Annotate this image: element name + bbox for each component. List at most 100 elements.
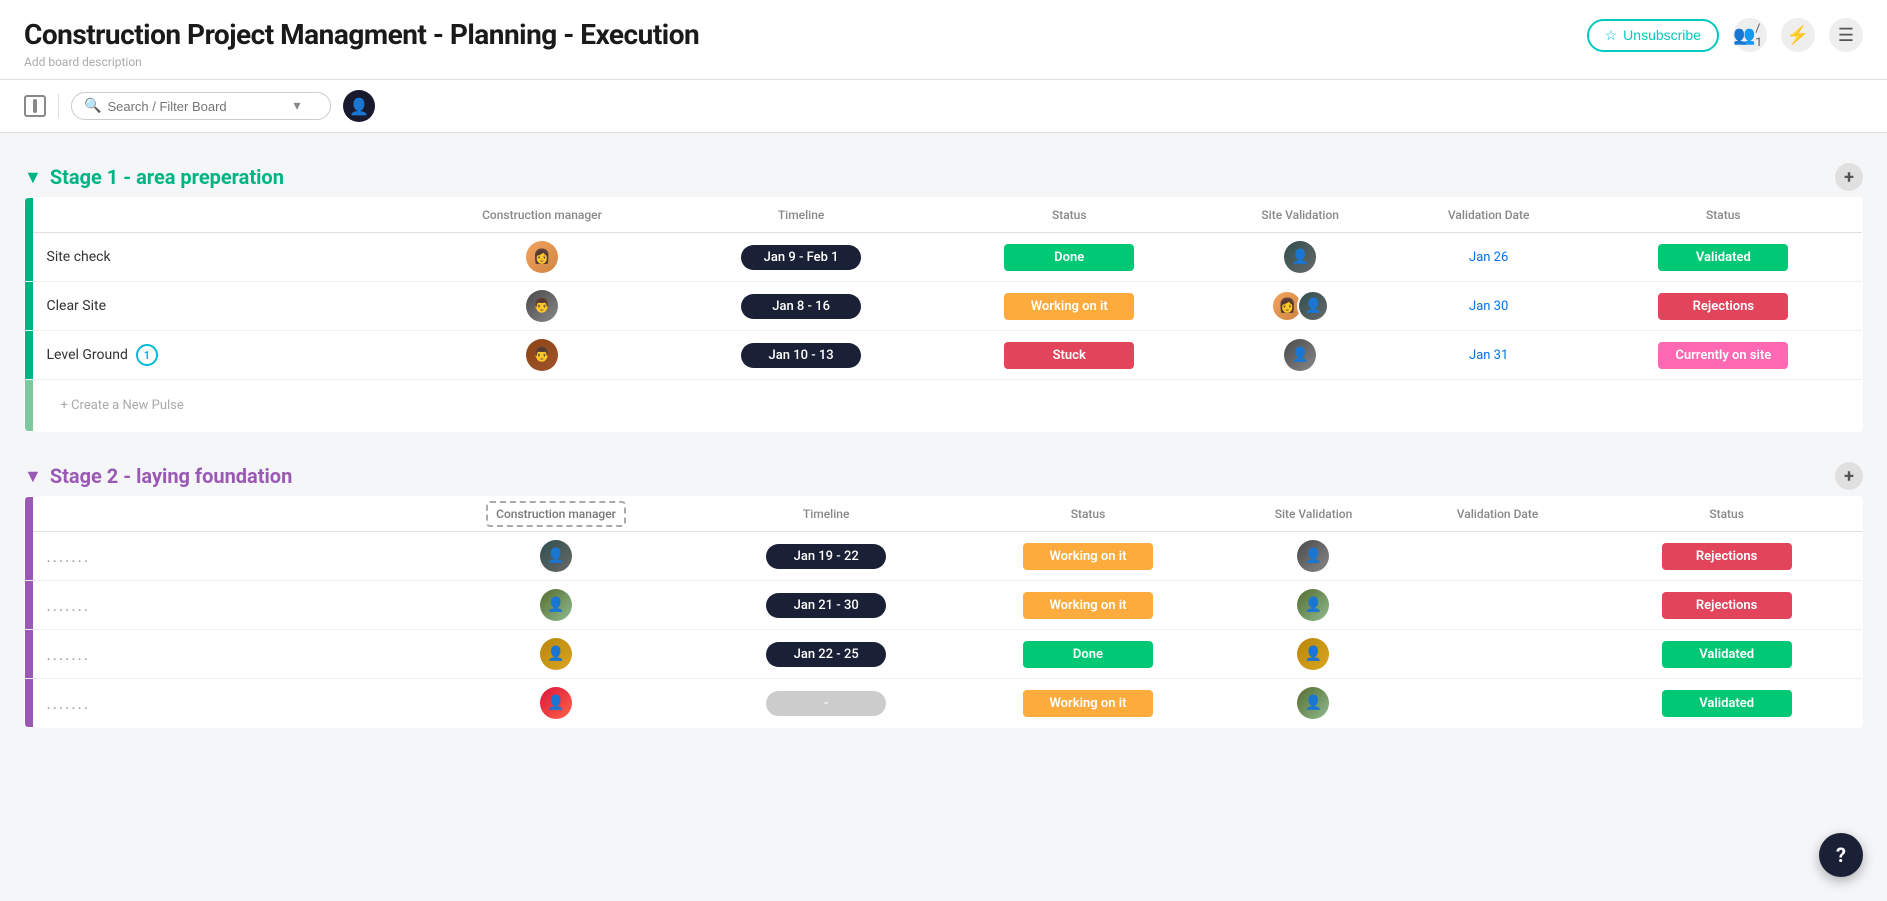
site-avatar: 👤: [1297, 540, 1329, 572]
stage2-table: Construction manager Timeline Status Sit…: [24, 496, 1863, 728]
main-content: ▼ Stage 1 - area preperation + Construct…: [0, 157, 1887, 752]
validation-date-cell: Jan 31: [1393, 331, 1585, 380]
avatar-group: 👩 👤: [1271, 290, 1329, 322]
manager-cell: 👤: [413, 630, 700, 679]
create-pulse-cell: + Create a New Pulse: [33, 380, 1863, 432]
task-label[interactable]: Clear Site: [47, 298, 107, 314]
stage1-color-indicator: [25, 198, 33, 233]
row-indicator: [25, 581, 33, 630]
status-badge[interactable]: Stuck: [1004, 342, 1134, 369]
users-count: / 1: [1755, 21, 1767, 49]
status-cell: Working on it: [931, 282, 1208, 331]
help-button[interactable]: ?: [1819, 833, 1863, 877]
avatar: 👤: [540, 540, 572, 572]
timeline-pill: Jan 8 - 16: [741, 294, 861, 319]
row-indicator: [25, 380, 33, 432]
header-right: ☆ Unsubscribe 👥 / 1 ⚡ ☰: [1587, 18, 1863, 52]
site-avatar-container: 👤: [1237, 540, 1390, 572]
site-avatar-container: 👩 👤: [1222, 290, 1379, 322]
final-status-badge[interactable]: Rejections: [1662, 592, 1792, 619]
timeline-pill: Jan 10 - 13: [741, 343, 861, 368]
stage1-col-status: Status: [931, 198, 1208, 233]
site-avatar-container: 👤: [1237, 687, 1390, 719]
status-badge[interactable]: Working on it: [1023, 543, 1153, 570]
stage2-color-indicator: [25, 497, 33, 532]
task-name: Clear Site: [47, 298, 399, 314]
site-validation-cell: 👤: [1223, 532, 1404, 581]
status-cell: Stuck: [931, 331, 1208, 380]
dropdown-icon[interactable]: ▾: [293, 98, 300, 114]
create-pulse-button[interactable]: + Create a New Pulse: [47, 388, 1849, 423]
task-label[interactable]: Level Ground: [47, 347, 128, 363]
avatar: 👨: [526, 339, 558, 371]
status-badge[interactable]: Done: [1004, 244, 1134, 271]
status-badge[interactable]: Working on it: [1023, 690, 1153, 717]
row-indicator: [25, 630, 33, 679]
site-avatar-container: 👤: [1237, 589, 1390, 621]
stage1-chevron[interactable]: ▼: [24, 167, 42, 188]
final-status-cell: Validated: [1585, 233, 1863, 282]
table-row: Site check 👩 Jan 9 - Feb 1 Done: [25, 233, 1863, 282]
stage2-chevron[interactable]: ▼: [24, 466, 42, 487]
row-indicator: [25, 233, 33, 282]
avatar: 👤: [540, 638, 572, 670]
stage1-section: ▼ Stage 1 - area preperation + Construct…: [24, 157, 1863, 432]
site-validation-cell: 👤: [1223, 630, 1404, 679]
validation-date-cell: [1404, 581, 1591, 630]
validation-date-cell: Jan 30: [1393, 282, 1585, 331]
site-avatar: 👤: [1284, 241, 1316, 273]
help-label: ?: [1836, 843, 1846, 867]
avatar-container: 👩: [427, 241, 658, 273]
final-status-cell: Validated: [1591, 630, 1862, 679]
final-status-badge[interactable]: Validated: [1662, 690, 1792, 717]
toggle-bar: [33, 99, 37, 113]
task-label[interactable]: .......: [47, 694, 91, 713]
task-badge[interactable]: 1: [136, 344, 158, 366]
row-indicator: [25, 331, 33, 380]
task-name-cell: .......: [33, 532, 413, 581]
search-input[interactable]: [107, 99, 287, 114]
table-row: Level Ground 1 👨 Jan 10 - 13 Stuck: [25, 331, 1863, 380]
final-status-badge[interactable]: Validated: [1658, 244, 1788, 271]
task-label[interactable]: Site check: [47, 249, 111, 265]
final-status-badge[interactable]: Currently on site: [1658, 342, 1788, 369]
avatar-filter[interactable]: 👤: [343, 90, 375, 122]
table-row: ....... 👤 - Working on it: [25, 679, 1863, 728]
timeline-pill: Jan 9 - Feb 1: [741, 245, 861, 270]
users-icon[interactable]: 👥 / 1: [1733, 18, 1767, 52]
status-cell: Working on it: [953, 532, 1223, 581]
view-toggle[interactable]: [24, 95, 46, 117]
stage1-col-task: [33, 198, 413, 233]
task-label[interactable]: .......: [47, 547, 91, 566]
stage2-col-timeline: Timeline: [700, 497, 953, 532]
task-name-cell: Site check: [33, 233, 413, 282]
stage2-add-button[interactable]: +: [1835, 462, 1863, 490]
final-status-badge[interactable]: Rejections: [1662, 543, 1792, 570]
task-label[interactable]: .......: [47, 596, 91, 615]
unsubscribe-button[interactable]: ☆ Unsubscribe: [1587, 19, 1719, 52]
board-description[interactable]: Add board description: [24, 55, 699, 69]
validation-date-cell: [1404, 532, 1591, 581]
status-badge[interactable]: Working on it: [1004, 293, 1134, 320]
menu-icon[interactable]: ☰: [1829, 18, 1863, 52]
final-status-badge[interactable]: Validated: [1662, 641, 1792, 668]
stage2-col-task: [33, 497, 413, 532]
avatar: 👩: [526, 241, 558, 273]
search-box[interactable]: 🔍 ▾: [71, 92, 331, 120]
final-status-badge[interactable]: Rejections: [1658, 293, 1788, 320]
stage1-add-button[interactable]: +: [1835, 163, 1863, 191]
site-avatar: 👤: [1297, 687, 1329, 719]
page-header: Construction Project Managment - Plannin…: [0, 0, 1887, 80]
timeline-pill: Jan 19 - 22: [766, 544, 886, 569]
site-validation-cell: 👤: [1208, 233, 1393, 282]
status-badge[interactable]: Working on it: [1023, 592, 1153, 619]
row-indicator: [25, 679, 33, 728]
avatar-container: 👤: [427, 589, 686, 621]
task-name-cell: Clear Site: [33, 282, 413, 331]
task-label[interactable]: .......: [47, 645, 91, 664]
status-badge[interactable]: Done: [1023, 641, 1153, 668]
activity-icon[interactable]: ⚡: [1781, 18, 1815, 52]
stage1-header: ▼ Stage 1 - area preperation: [24, 157, 284, 197]
site-avatar: 👤: [1297, 638, 1329, 670]
stage2-section: ▼ Stage 2 - laying foundation + Construc…: [24, 456, 1863, 728]
